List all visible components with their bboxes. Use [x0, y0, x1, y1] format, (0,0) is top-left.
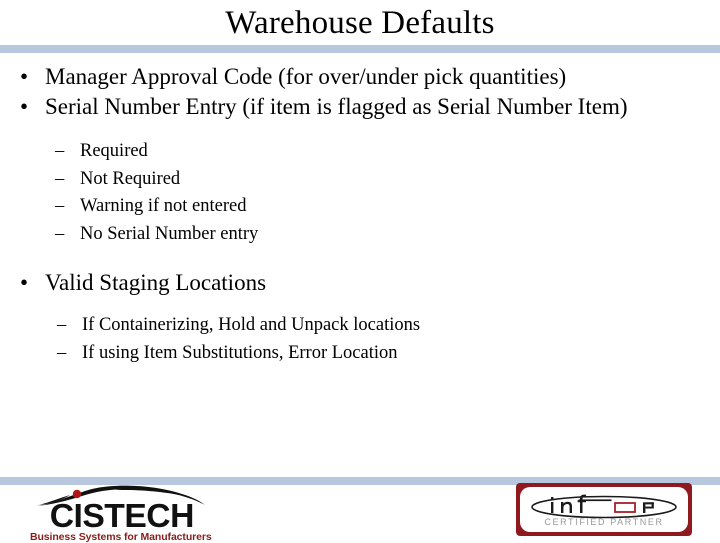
bullet-list: • Manager Approval Code (for over/under …	[0, 62, 720, 367]
sub-bullet-item-not-required: – Not Required	[0, 166, 720, 194]
slide: Warehouse Defaults • Manager Approval Co…	[0, 0, 720, 543]
bullet-item-manager-approval-code: • Manager Approval Code (for over/under …	[0, 62, 720, 92]
bullet-text: Valid Staging Locations	[45, 270, 267, 295]
sub-bullet-text: If Containerizing, Hold and Unpack locat…	[82, 315, 421, 335]
sub-bullet-text: Required	[80, 141, 148, 161]
sub-bullet-item-item-substitutions: – If using Item Substitutions, Error Loc…	[0, 340, 720, 368]
page-title: Warehouse Defaults	[225, 4, 495, 41]
cistech-logo: CISTECH Business Systems for Manufacture…	[30, 485, 212, 543]
bullet-text: Manager Approval Code (for over/under pi…	[45, 64, 567, 89]
slide-body: • Manager Approval Code (for over/under …	[0, 62, 720, 462]
sub-bullet-item-containerizing: – If Containerizing, Hold and Unpack loc…	[0, 312, 720, 340]
cistech-tagline: Business Systems for Manufacturers	[30, 531, 212, 543]
dash-marker-icon: –	[55, 196, 65, 216]
sub-bullet-list-staging-locations: – If Containerizing, Hold and Unpack loc…	[0, 312, 720, 367]
cistech-wordmark: CISTECH	[49, 497, 195, 534]
infor-logo-inner: CERTIFIED PARTNER	[520, 487, 688, 532]
sub-bullet-text: Not Required	[80, 168, 181, 189]
bullet-marker-icon: •	[20, 270, 29, 295]
bullet-marker-icon: •	[20, 94, 29, 119]
sub-bullet-item-required: – Required	[0, 138, 720, 166]
sub-bullet-text: If using Item Substitutions, Error Locat…	[82, 342, 398, 363]
dash-marker-icon: –	[55, 223, 65, 244]
sub-bullet-list-serial-options: – Required – Not Required – Warning if n…	[0, 138, 720, 248]
dash-marker-icon: –	[55, 141, 65, 161]
sub-bullet-item-warning-if-not-entered: – Warning if not entered	[0, 193, 720, 221]
infor-wordmark-icon	[531, 494, 677, 519]
dash-marker-icon: –	[57, 315, 67, 335]
sub-bullet-text: Warning if not entered	[80, 196, 247, 216]
bullet-item-serial-number-entry: • Serial Number Entry (if item is flagge…	[0, 92, 720, 122]
infor-certified-partner-logo: CERTIFIED PARTNER	[516, 483, 692, 536]
title-divider-top	[0, 45, 720, 53]
title-area: Warehouse Defaults	[0, 0, 720, 45]
bullet-text: Serial Number Entry (if item is flagged …	[45, 94, 628, 119]
dash-marker-icon: –	[55, 168, 65, 189]
sub-bullet-item-no-serial-number-entry: – No Serial Number entry	[0, 221, 720, 249]
bullet-item-valid-staging-locations: • Valid Staging Locations	[0, 268, 720, 298]
bullet-marker-icon: •	[20, 64, 29, 89]
dash-marker-icon: –	[57, 342, 67, 363]
footer: CISTECH Business Systems for Manufacture…	[0, 483, 720, 543]
sub-bullet-text: No Serial Number entry	[80, 223, 259, 244]
infor-tagline: CERTIFIED PARTNER	[544, 517, 664, 527]
